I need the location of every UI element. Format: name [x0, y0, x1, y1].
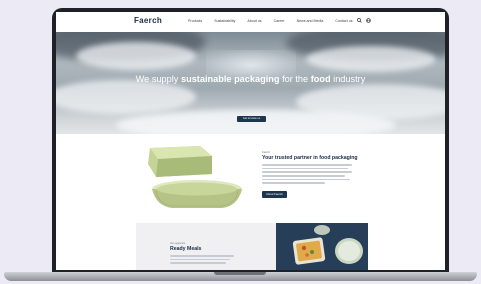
nav-item-sustainability[interactable]: Sustainability — [214, 19, 235, 23]
laptop-screen: Faerch Products Sustainability About us … — [56, 12, 445, 270]
packaging-tray-image — [148, 146, 242, 208]
site-logo[interactable]: Faerch — [134, 16, 162, 25]
partner-eyebrow: Faerch — [262, 151, 271, 154]
ready-meals-photo — [276, 223, 368, 270]
nav-item-news-and-media[interactable]: News and Media — [297, 19, 324, 23]
meals-title: Ready Meals — [170, 246, 202, 252]
hero-heading-strong: food — [310, 74, 331, 84]
hero-heading-part: We supply — [135, 74, 179, 84]
nav-item-career[interactable]: Career — [274, 19, 285, 23]
nav-item-about-us[interactable]: About us — [247, 19, 261, 23]
hero-heading-part: for the — [282, 74, 309, 84]
get-to-know-us-button[interactable]: Get to know us — [237, 116, 266, 122]
nav-icons — [357, 18, 371, 23]
nav-links: Products Sustainability About us Career … — [188, 19, 353, 23]
hero-cloud — [116, 110, 396, 134]
laptop-notch — [214, 272, 266, 275]
stage: Faerch Products Sustainability About us … — [0, 0, 481, 284]
partner-section: Faerch Your trusted partner in food pack… — [56, 134, 445, 222]
meals-body-text — [170, 255, 234, 266]
about-faerch-button[interactable]: About Faerch — [262, 191, 287, 198]
nav-item-contact-us[interactable]: Contact us — [335, 19, 352, 23]
ready-meals-card: Our segments Ready Meals — [136, 223, 276, 270]
partner-title: Your trusted partner in food packaging — [262, 155, 358, 161]
hero-heading-strong: sustainable packaging — [180, 74, 280, 84]
partner-body-text — [262, 164, 352, 186]
hero-cloud — [56, 80, 196, 114]
meals-eyebrow: Our segments — [170, 242, 186, 245]
hero-cloud — [76, 42, 196, 70]
hero-cloud — [306, 46, 436, 72]
nav-item-products[interactable]: Products — [188, 19, 202, 23]
globe-icon[interactable] — [366, 18, 371, 23]
top-navigation: Faerch Products Sustainability About us … — [56, 12, 445, 32]
hero-heading-part: industry — [333, 74, 366, 84]
search-icon[interactable] — [357, 18, 362, 23]
hero-banner: We supply sustainable packaging for the … — [56, 32, 445, 134]
hero-heading: We supply sustainable packaging for the … — [56, 74, 445, 84]
